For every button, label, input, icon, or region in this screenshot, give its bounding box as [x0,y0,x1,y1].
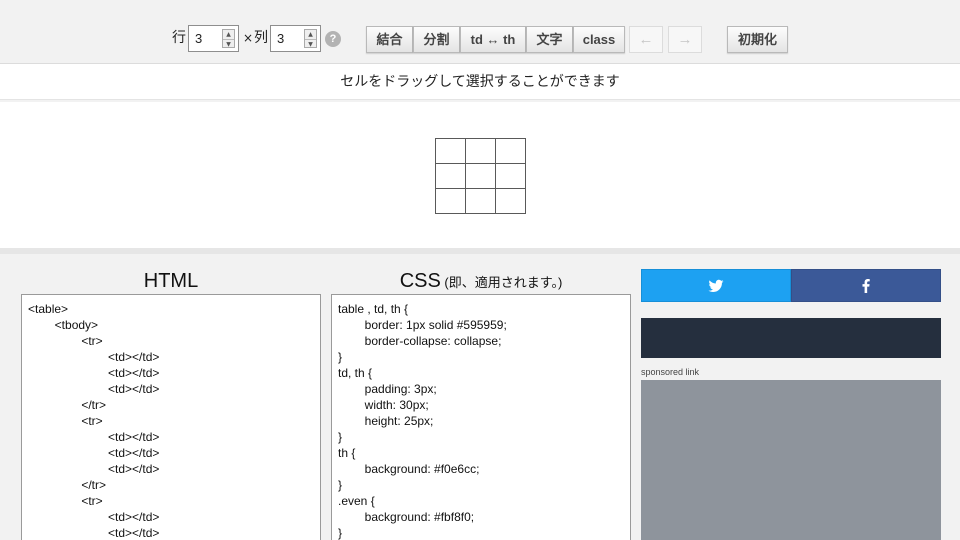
reset-button[interactable]: 初期化 [727,26,788,53]
undo-button[interactable]: ← [629,26,663,53]
preview-cell[interactable] [435,188,466,214]
css-subtitle: (即、適用されます。) [440,275,563,290]
css-code-line: } [338,526,343,540]
preview-cell[interactable] [495,163,526,189]
css-code-line: background: #f0e6cc; [338,462,480,476]
html-code-line: <td></td> [28,510,160,524]
html-code-line: </tr> [28,478,107,492]
help-icon[interactable]: ? [325,31,341,47]
css-code-line: } [338,430,343,444]
preview-row [435,188,526,214]
split-button[interactable]: 分割 [413,26,460,53]
html-code-line: <td></td> [28,462,160,476]
css-pane-title: CSS (即、適用されます。) [331,269,631,295]
preview-cell[interactable] [465,163,496,189]
preview-cell[interactable] [495,138,526,164]
preview-table[interactable] [435,138,526,214]
cols-stepper[interactable]: 3 ▲ ▼ [270,25,321,52]
stepper-down-icon[interactable]: ▼ [305,39,316,48]
css-code-line: th { [338,446,356,460]
css-code-line: padding: 3px; [338,382,437,396]
sponsored-label: sponsored link [641,367,700,377]
html-pane-title: HTML [21,269,321,293]
twitter-share-button[interactable] [641,269,791,302]
preview-cell[interactable] [435,138,466,164]
html-title-text: HTML [143,270,199,292]
css-title-text: CSS [399,270,441,292]
html-code-line: <td></td> [28,526,160,540]
facebook-f-icon [862,278,870,293]
css-code-line: table , td, th { [338,302,409,316]
merge-button[interactable]: 結合 [366,26,413,53]
html-code-line: <tbody> [28,318,99,332]
twitter-bird-icon [708,279,724,292]
preview-cell[interactable] [465,188,496,214]
rows-stepper-arrows[interactable]: ▲ ▼ [222,29,235,48]
html-code-line: </tr> [28,398,107,412]
cols-stepper-arrows[interactable]: ▲ ▼ [304,29,317,48]
table-preview [0,102,960,248]
preview-cell[interactable] [465,138,496,164]
toolbar: 行 3 ▲ ▼ × 列 3 ▲ ▼ ? 結合 分割 td ↔ th 文字 cla… [0,0,960,64]
css-code-line: td, th { [338,366,373,380]
times-label: × [243,31,254,45]
html-code-line: <td></td> [28,446,160,460]
rows-label: 行 [172,30,186,46]
cols-label: 列 [254,30,268,46]
css-code-line: } [338,478,343,492]
section-divider [0,248,960,254]
css-code-line: border: 1px solid #595959; [338,318,507,332]
html-code-output[interactable]: <table> <tbody> <tr> <td></td> <td></td>… [21,294,321,540]
stepper-up-icon[interactable]: ▲ [305,30,316,39]
css-code-line: width: 30px; [338,398,429,412]
css-code-editor[interactable]: table , td, th { border: 1px solid #5959… [331,294,631,540]
html-code-line: <td></td> [28,350,160,364]
html-code-line: <td></td> [28,430,160,444]
cols-value: 3 [277,31,285,46]
preview-row [435,138,526,164]
html-code-line: <td></td> [28,366,160,380]
css-code-line: height: 25px; [338,414,434,428]
rows-stepper[interactable]: 3 ▲ ▼ [188,25,239,52]
drag-hint: セルをドラッグして選択することができます [0,64,960,100]
text-button[interactable]: 文字 [526,26,573,53]
css-code-line: background: #fbf8f0; [338,510,475,524]
css-code-line: } [338,350,343,364]
facebook-share-button[interactable] [791,269,941,302]
stepper-down-icon[interactable]: ▼ [223,39,234,48]
rows-value: 3 [195,31,203,46]
html-code-line: <tr> [28,494,103,508]
td-th-toggle-button[interactable]: td ↔ th [460,26,526,53]
html-code-line: <td></td> [28,382,160,396]
html-code-line: <table> [28,302,69,316]
class-button[interactable]: class [573,26,625,53]
preview-cell[interactable] [495,188,526,214]
preview-row [435,163,526,189]
redo-button[interactable]: → [668,26,702,53]
preview-cell[interactable] [435,163,466,189]
html-code-line: <tr> [28,334,103,348]
html-code-line: <tr> [28,414,103,428]
stepper-up-icon[interactable]: ▲ [223,30,234,39]
css-code-line: border-collapse: collapse; [338,334,502,348]
dark-banner[interactable] [641,318,941,358]
ad-slot[interactable] [641,380,941,540]
css-code-line: .even { [338,494,375,508]
